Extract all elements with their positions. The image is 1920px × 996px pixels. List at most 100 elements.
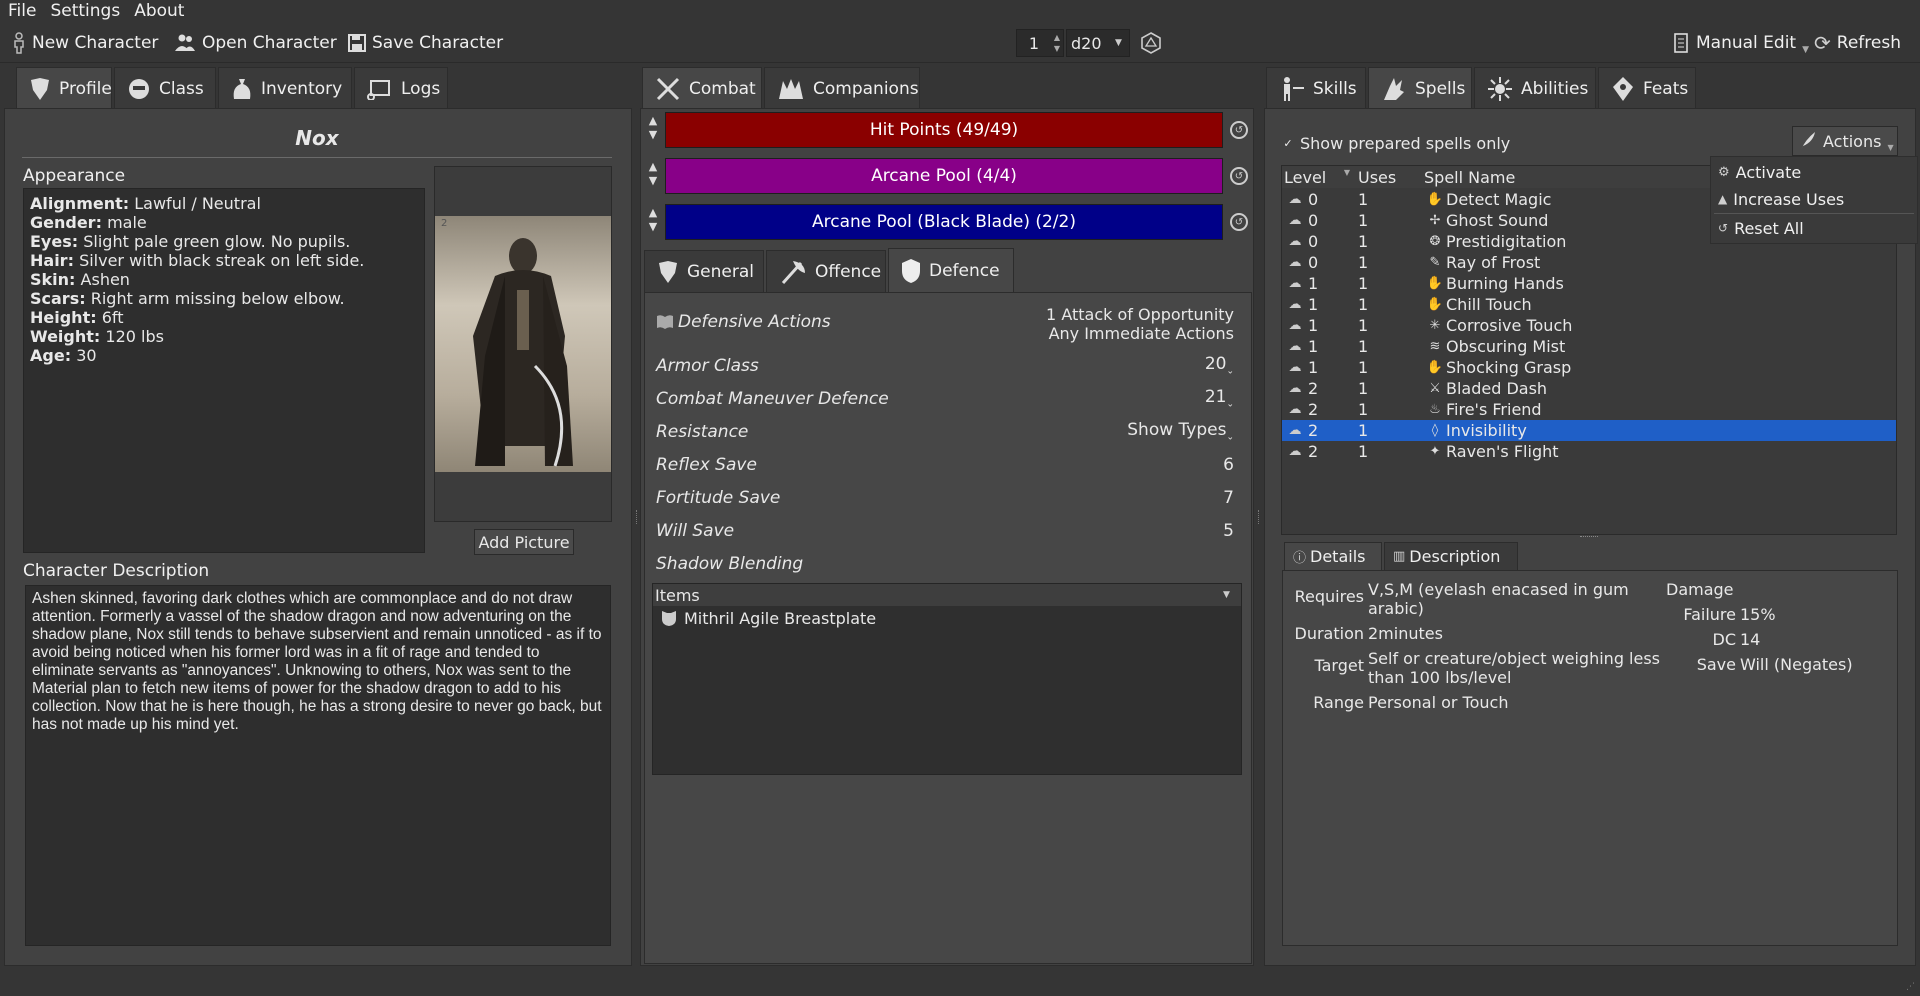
reset-pool-icon[interactable]: ↺ [1230,167,1248,185]
splitter-handle[interactable] [1580,536,1598,539]
appearance-key: Skin: [30,270,76,289]
actions-button[interactable]: Actions ▼ [1792,126,1898,156]
table-row[interactable]: ☁ 2 1 ◊ Invisibility [1282,420,1896,441]
menu-item-increase-uses[interactable]: ▲ Increase Uses [1712,185,1916,213]
tab-feats[interactable]: Feats [1598,67,1696,109]
table-row[interactable]: ☁ 1 1 ✳ Corrosive Touch [1282,315,1896,336]
show-types-text: Show Types [1127,420,1227,441]
show-prepared-checkbox[interactable]: ✓ Show prepared spells only [1282,134,1510,153]
save-icon [348,34,366,52]
table-row[interactable]: ☁ 0 1 ✎ Ray of Frost [1282,252,1896,273]
refresh-button[interactable]: ⟳ Refresh [1814,23,1901,63]
tab-combat[interactable]: Combat [642,67,762,109]
cmd-label: Combat Maneuver Defence [656,388,889,409]
table-row[interactable]: ☁ 1 1 ≋ Obscuring Mist [1282,336,1896,357]
menu-settings[interactable]: Settings [42,1,126,21]
attack-of-opportunity: 1 Attack of Opportunity [1046,305,1234,324]
tab-offence[interactable]: Offence [766,250,886,292]
column-spell-name[interactable]: Spell Name [1424,168,1515,187]
table-row[interactable]: ☁ 1 1 ✋ Chill Touch [1282,294,1896,315]
hit-points-bar[interactable]: Hit Points (49/49) [665,112,1223,148]
roll-dice-icon[interactable] [1140,32,1162,54]
refresh-label: Refresh [1836,33,1901,53]
menu-item-reset-all[interactable]: ↺ Reset All [1712,214,1916,242]
show-types-dropdown[interactable]: Show Types⌄ [1127,420,1234,442]
tab-profile[interactable]: Profile [16,67,112,109]
tab-inventory[interactable]: Inventory [218,67,352,109]
spell-level: 2 [1308,421,1319,440]
range-label: Range [1313,693,1364,712]
dice-type-select[interactable]: d20 ▼ [1066,29,1130,57]
list-item[interactable]: Mithril Agile Breastplate [660,607,876,629]
armor-icon [29,77,51,101]
menu-file[interactable]: File [0,1,42,21]
save-character-button[interactable]: Save Character [348,23,503,63]
table-row[interactable]: ☁ 2 1 ♨ Fire's Friend [1282,399,1896,420]
new-character-button[interactable]: New Character [12,23,158,63]
resize-grip-icon[interactable]: ⋰ [1906,982,1915,992]
tab-abilities[interactable]: Abilities [1474,67,1596,109]
tab-class[interactable]: Class [114,67,216,109]
splitter-handle[interactable] [636,510,638,524]
reset-pool-icon[interactable]: ↺ [1230,121,1248,139]
tab-spells[interactable]: Spells [1368,67,1472,109]
spell-uses: 1 [1358,211,1369,230]
tab-companions[interactable]: Companions [764,67,920,109]
reflex-save-row: Reflex Save 6 [656,448,1234,481]
splitter-handle[interactable] [1258,510,1260,524]
tab-general[interactable]: General [644,250,764,292]
spell-name: Burning Hands [1446,274,1564,293]
tab-skills[interactable]: Skills [1266,67,1366,109]
table-row[interactable]: ☁ 2 1 ⚔ Bladed Dash [1282,378,1896,399]
spin-arrows-icon[interactable]: ▲ ▼ [1051,32,1063,54]
pool-adjust-icons[interactable]: ▲ ▼ [644,160,662,188]
description-text[interactable]: Ashen skinned, favoring dark clothes whi… [25,585,611,946]
table-row[interactable]: ☁ 2 1 ✦ Raven's Flight [1282,441,1896,462]
appearance-value: Slight pale green glow. No pupils. [83,232,351,251]
appearance-key: Age: [30,346,72,365]
save-character-label: Save Character [372,33,504,53]
tab-description[interactable]: ▥ Description [1384,542,1518,570]
tab-details[interactable]: ⓘ Details [1284,542,1382,570]
pool-adjust-icons[interactable]: ▲ ▼ [644,114,662,142]
spell-level: 2 [1308,442,1319,461]
black-blade-pool-bar[interactable]: Arcane Pool (Black Blade) (2/2) [665,204,1223,240]
armor-class-value[interactable]: 20⌄ [1205,354,1234,376]
appearance-line: Scars: Right arm missing below elbow. [30,289,418,308]
tab-spells-label: Spells [1415,78,1466,99]
manual-edit-button[interactable]: Manual Edit ▼ [1672,23,1809,63]
column-uses[interactable]: Uses [1358,168,1424,187]
menu-item-activate[interactable]: ⚙ Activate [1712,158,1916,186]
appearance-value: 120 lbs [105,327,164,346]
tab-defence[interactable]: Defence [888,248,1014,292]
arcane-pool-bar[interactable]: Arcane Pool (4/4) [665,158,1223,194]
pool-adjust-icons[interactable]: ▲ ▼ [644,206,662,234]
open-character-button[interactable]: Open Character [174,23,337,63]
prepared-icon: ☁ [1288,423,1302,438]
spell-school-icon: ✋ [1426,297,1444,312]
cmd-value[interactable]: 21⌄ [1205,387,1234,409]
will-save-value: 5 [1223,520,1234,541]
immediate-actions: Any Immediate Actions [1048,324,1234,343]
menu-about[interactable]: About [126,1,190,21]
tab-logs[interactable]: Logs [354,67,448,109]
table-row[interactable]: ☁ 1 1 ✋ Burning Hands [1282,273,1896,294]
duration-value: 2minutes [1368,624,1443,643]
table-row[interactable]: ☁ 1 1 ✋ Shocking Grasp [1282,357,1896,378]
spell-name: Raven's Flight [1446,442,1559,461]
column-level[interactable]: Level ▼ [1282,168,1358,187]
item-name: Mithril Agile Breastplate [684,608,877,628]
reset-pool-icon[interactable]: ↺ [1230,213,1248,231]
dice-count-spinbox[interactable]: 1 ▲ ▼ [1016,29,1064,57]
target-value: Self or creature/object weighing less th… [1368,649,1661,687]
gear-icon: ⚙ [1718,164,1730,180]
fortitude-save-row: Fortitude Save 7 [656,481,1234,514]
spell-school-icon: ✋ [1426,276,1444,291]
spell-uses: 1 [1358,190,1369,209]
add-picture-button[interactable]: Add Picture [474,529,574,555]
appearance-box[interactable]: Alignment: Lawful / Neutral Gender: male E… [23,188,425,553]
appearance-key: Height: [30,308,97,327]
spell-school-icon: ✋ [1426,192,1444,207]
spell-school-icon: ✋ [1426,360,1444,375]
items-header[interactable]: Items ▼ [653,584,1241,606]
